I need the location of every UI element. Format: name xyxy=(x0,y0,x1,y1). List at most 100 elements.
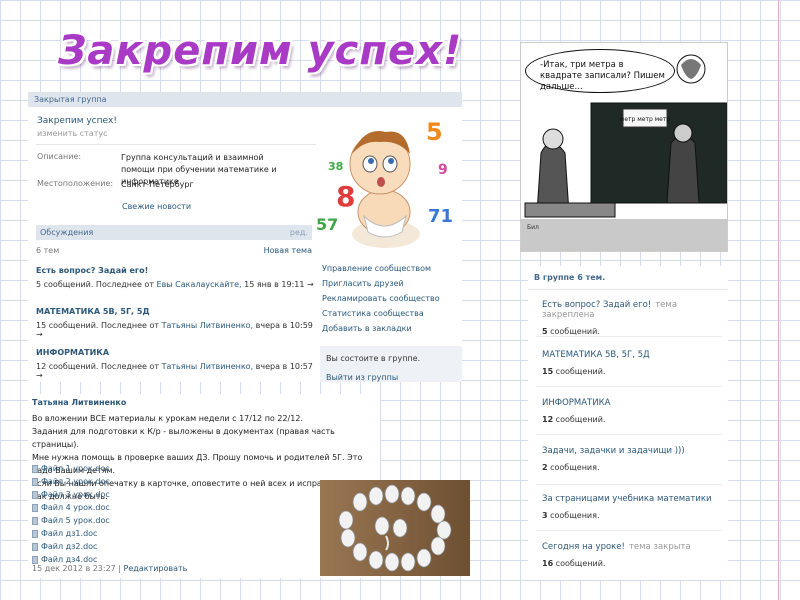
document-icon xyxy=(32,490,38,499)
discussions-title[interactable]: Обсуждения xyxy=(40,228,93,237)
change-status-link[interactable]: изменить статус xyxy=(37,129,108,138)
document-icon xyxy=(32,555,38,564)
document-icon xyxy=(32,464,38,473)
teacher-desk xyxy=(524,202,616,218)
member-status-text: Вы состоите в группе. xyxy=(326,354,421,363)
leave-group-link[interactable]: Выйти из группы xyxy=(326,373,456,382)
discussion-item: МАТЕМАТИКА 5В, 5Г, 5Д 15 сообщений. Посл… xyxy=(36,307,316,339)
notebook-margin-line xyxy=(778,0,779,600)
topic-item: ИНФОРМАТИКА 12 сообщений. xyxy=(542,398,722,424)
attachment-item[interactable]: Файл 4 урок.doc xyxy=(32,501,110,514)
group-type-header: Закрытая группа xyxy=(28,92,462,107)
topic-message-count: 16 сообщений. xyxy=(542,559,606,568)
number-71: 71 xyxy=(428,206,453,227)
divider xyxy=(536,386,722,387)
attachment-item[interactable]: Файл 1 урок.doc xyxy=(32,462,110,475)
discussions-edit-link[interactable]: ред. xyxy=(290,228,308,237)
membership-box: Вы состоите в группе. Выйти из группы xyxy=(320,346,462,382)
number-8: 8 xyxy=(336,180,355,213)
number-38: 38 xyxy=(328,160,343,173)
topics-panel: В группе 6 тем. Есть вопрос? Задай его! т… xyxy=(528,266,728,580)
document-icon xyxy=(32,529,38,538)
topic-message-count: 15 сообщений. xyxy=(542,367,606,376)
footer-separator: | xyxy=(115,564,124,573)
discussion-author-link[interactable]: Татьяны Литвиненко, xyxy=(162,362,254,371)
discussion-author-link[interactable]: Татьяны Литвиненко, xyxy=(162,321,254,330)
topic-item: Задачи, задачки и задачищи ))) 2 сообщен… xyxy=(542,446,722,472)
artist-signature: Бил xyxy=(527,224,539,231)
document-icon xyxy=(32,477,38,486)
topic-item: За страницами учебника математики 3 сооб… xyxy=(542,494,722,520)
baby-numbers-illustration: 5 8 57 71 38 9 xyxy=(316,118,453,248)
classroom-cartoon: метр метр метр Бил -Итак, три метра в кв… xyxy=(520,42,728,252)
location-value: Санкт-Петербург xyxy=(121,180,194,189)
divider xyxy=(536,336,722,337)
topic-item: Есть вопрос? Задай его! тема закреплена 5… xyxy=(542,300,722,336)
post-author-link[interactable]: Татьяна Литвиненко xyxy=(32,398,126,407)
topic-title-link[interactable]: Сегодня на уроке! xyxy=(542,542,625,552)
topic-count: 6 тем xyxy=(36,246,60,255)
advertise-community-link[interactable]: Рекламировать сообщество xyxy=(322,294,462,304)
discussion-meta: 5 сообщений. Последнее от Евы Сакалауска… xyxy=(36,280,314,289)
attachment-item[interactable]: Файл 3 урок.doc xyxy=(32,488,110,501)
document-icon xyxy=(32,542,38,551)
topic-closed-tag: тема закрыта xyxy=(628,542,691,552)
document-icon xyxy=(32,516,38,525)
edit-post-link[interactable]: Редактировать xyxy=(124,564,188,573)
post-date[interactable]: 15 дек 2012 в 23:27 xyxy=(32,564,116,573)
attachment-item[interactable]: Файл дз2.doc xyxy=(32,540,110,553)
invite-friends-link[interactable]: Пригласить друзей xyxy=(322,279,462,289)
topic-title-link[interactable]: МАТЕМАТИКА 5В, 5Г, 5Д xyxy=(542,350,650,360)
post-line: Во вложении ВСЕ материалы к урокам недел… xyxy=(32,414,303,423)
topic-message-count: 2 сообщения. xyxy=(542,463,600,472)
community-stats-link[interactable]: Статистика сообщества xyxy=(322,309,462,319)
divider xyxy=(36,144,316,145)
student-head xyxy=(673,123,693,143)
teacher-head xyxy=(542,128,564,150)
topic-item: МАТЕМАТИКА 5В, 5Г, 5Д 15 сообщений. xyxy=(542,350,722,376)
topics-header: В группе 6 тем. xyxy=(528,266,728,290)
location-label: Местоположение: xyxy=(37,179,114,188)
floor xyxy=(521,219,727,251)
discussions-count-row: 6 тем Новая тема xyxy=(36,246,312,255)
attachment-list: Файл 1 урок.doc Файл 2 урок.doc Файл 3 у… xyxy=(32,462,110,566)
speech-bubble: -Итак, три метра в квадрате записали? Пи… xyxy=(525,49,675,93)
discussion-author-link[interactable]: Евы Сакалаускайте, xyxy=(157,280,242,289)
mice-circle-photo xyxy=(320,480,470,576)
topic-title-link[interactable]: Есть вопрос? Задай его! xyxy=(542,300,651,310)
new-topic-link[interactable]: Новая тема xyxy=(264,246,312,255)
post-footer: 15 дек 2012 в 23:27 | Редактировать xyxy=(32,564,187,573)
document-icon xyxy=(32,503,38,512)
divider xyxy=(536,434,722,435)
discussion-title[interactable]: ИНФОРМАТИКА xyxy=(36,348,316,357)
discussion-title[interactable]: Есть вопрос? Задай его! xyxy=(36,266,316,275)
topic-title-link[interactable]: ИНФОРМАТИКА xyxy=(542,398,610,408)
add-bookmark-link[interactable]: Добавить в закладки xyxy=(322,324,462,334)
discussion-item: ИНФОРМАТИКА 12 сообщений. Последнее от Т… xyxy=(36,348,316,380)
number-5: 5 xyxy=(426,118,443,146)
discussions-header: Обсуждения ред. xyxy=(36,225,312,240)
number-57: 57 xyxy=(316,215,338,234)
topic-title-link[interactable]: За страницами учебника математики xyxy=(542,494,712,504)
slide-title: Закрепим успех! xyxy=(58,28,463,74)
baby-mouth xyxy=(377,177,385,187)
attachment-item[interactable]: Файл дз1.doc xyxy=(32,527,110,540)
divider xyxy=(536,484,722,485)
attachment-item[interactable]: Файл 2 урок.doc xyxy=(32,475,110,488)
group-name: Закрепим успех! xyxy=(37,116,117,126)
discussion-item: Есть вопрос? Задай его! 5 сообщений. Пос… xyxy=(36,266,316,289)
student-figure xyxy=(666,135,700,204)
topic-message-count: 12 сообщений. xyxy=(542,415,606,424)
discussion-meta: 12 сообщений. Последнее от Татьяны Литви… xyxy=(36,362,313,380)
topic-title-link[interactable]: Задачи, задачки и задачищи ))) xyxy=(542,446,685,456)
topic-item: Сегодня на уроке! тема закрыта 16 сообщен… xyxy=(542,542,722,568)
topic-message-count: 5 сообщений. xyxy=(542,327,600,336)
location-row: Местоположение: Санкт-Петербург xyxy=(37,179,299,191)
post-line: Задания для подготовки к К/р - выложены … xyxy=(32,427,335,449)
fresh-news-link[interactable]: Свежие новости xyxy=(122,202,191,211)
discussion-title[interactable]: МАТЕМАТИКА 5В, 5Г, 5Д xyxy=(36,307,316,316)
topic-message-count: 3 сообщения. xyxy=(542,511,600,520)
attachment-item[interactable]: Файл 5 урок.doc xyxy=(32,514,110,527)
manage-community-link[interactable]: Управление сообществом xyxy=(322,264,462,274)
group-actions-menu: Управление сообществом Пригласить друзей… xyxy=(322,264,462,339)
